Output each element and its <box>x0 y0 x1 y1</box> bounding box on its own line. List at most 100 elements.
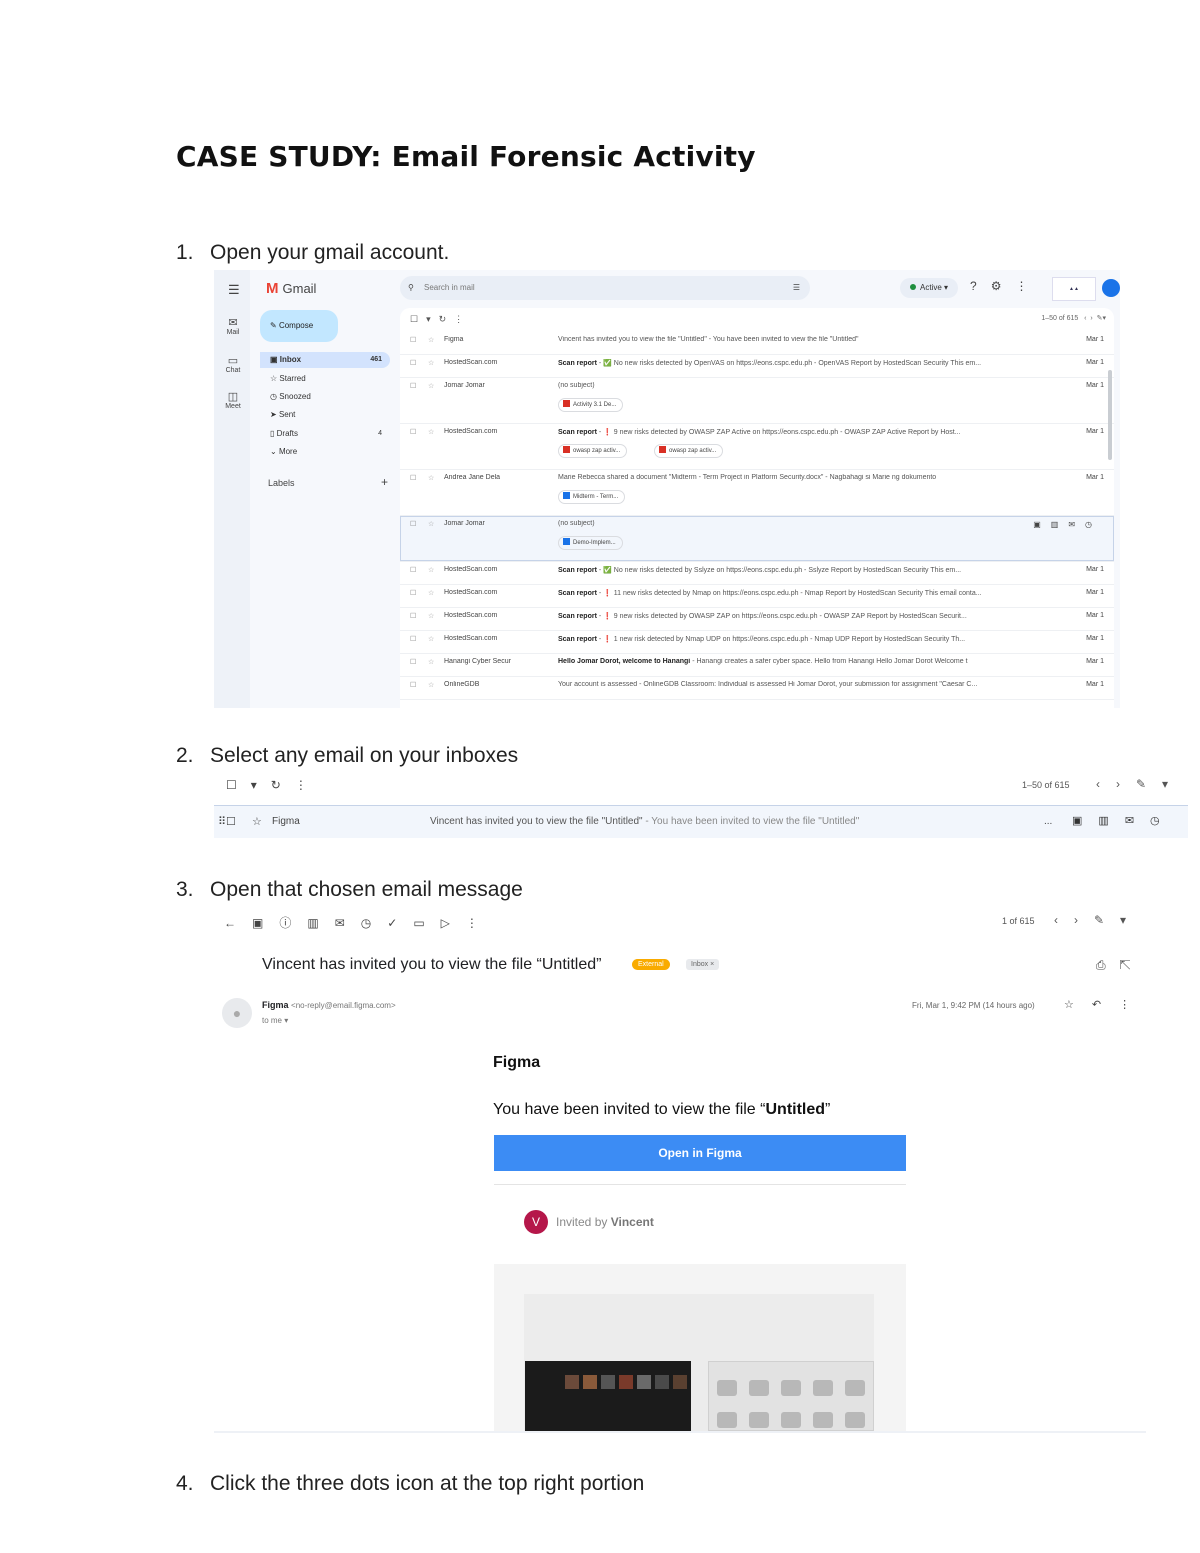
open-new-window-icon[interactable]: ⇱ <box>1120 958 1145 972</box>
clock-icon[interactable]: ◷ <box>1085 520 1102 529</box>
table-row[interactable]: ☐ ☆ HostedScan.com Scan report - ✅ No new r… <box>400 355 1114 378</box>
attachment-chip[interactable]: owasp zap activ... <box>654 444 724 458</box>
attachment-chip[interactable]: Activity 3.1 De... <box>558 398 624 412</box>
add-label-icon[interactable]: + <box>381 475 388 489</box>
apps-icon[interactable]: ⋮ <box>1015 279 1041 293</box>
star-icon[interactable]: ☆ <box>428 658 434 666</box>
star-icon[interactable]: ☆ <box>428 359 434 367</box>
attachment-chip[interactable]: Midterm - Term... <box>558 490 626 504</box>
rail-mail[interactable]: ✉ Mail <box>220 316 246 336</box>
file-preview[interactable] <box>494 1264 906 1432</box>
row-checkbox[interactable]: ☐ <box>410 428 416 436</box>
row-checkbox[interactable]: ☐ <box>410 589 416 597</box>
attachment-chip[interactable]: Demo-Implem... <box>558 536 623 550</box>
trash-icon[interactable]: ▥ <box>307 916 334 930</box>
clock-icon[interactable]: ◷ <box>361 916 387 930</box>
more-icon[interactable]: ⋮ <box>295 778 321 792</box>
avatar[interactable] <box>1102 279 1120 297</box>
star-icon[interactable]: ☆ <box>428 612 434 620</box>
row-checkbox[interactable]: ☐ <box>410 658 416 666</box>
star-icon[interactable]: ☆ <box>428 520 434 528</box>
rail-chat[interactable]: ▭ Chat <box>220 354 246 374</box>
row-checkbox[interactable]: ☐ <box>410 382 416 390</box>
recipient-line[interactable]: to me ▾ <box>262 1016 288 1025</box>
row-checkbox[interactable]: ☐ <box>410 681 416 689</box>
chevron-left-icon[interactable]: ‹ <box>1054 913 1074 927</box>
back-arrow-icon[interactable]: ← <box>224 916 252 930</box>
label-icon[interactable]: ▷ <box>441 916 466 930</box>
mark-unread-icon[interactable]: ✉ <box>1068 520 1085 529</box>
table-row[interactable]: ☐ ☆ HostedScan.com Scan report - ❗ 9 new ri… <box>400 608 1114 631</box>
report-spam-icon[interactable]: ⓘ <box>279 916 307 930</box>
reply-icon[interactable]: ↶ <box>1092 999 1119 1011</box>
row-checkbox[interactable]: ☐ <box>410 336 416 344</box>
mark-unread-icon[interactable]: ✉ <box>1125 815 1150 827</box>
open-in-figma-button[interactable]: Open in Figma <box>494 1135 906 1171</box>
star-icon[interactable]: ☆ <box>428 566 434 574</box>
refresh-icon[interactable]: ↻ <box>271 778 295 792</box>
gear-icon[interactable]: ⚙ <box>991 279 1016 293</box>
row-checkbox[interactable]: ☐ <box>410 612 416 620</box>
scrollbar[interactable] <box>1108 370 1112 460</box>
star-icon[interactable]: ☆ <box>428 336 434 344</box>
pencil-icon[interactable]: ✎▾ <box>1097 315 1106 322</box>
nav-more[interactable]: ⌄ More <box>260 444 390 460</box>
table-row[interactable]: ☐ ☆ Jomar Jomar (no subject) Mar 1 Activity 3… <box>400 378 1114 424</box>
row-checkbox[interactable]: ☐ <box>410 359 416 367</box>
table-row[interactable]: ☐ ☆ Hanangi Cyber Secur Hello Jomar Dorot, … <box>400 654 1114 677</box>
add-task-icon[interactable]: ✓ <box>387 916 413 930</box>
table-row[interactable]: ☐ ☆ Andrea Jane Dela Marie Rebecca shared a… <box>400 470 1114 516</box>
star-icon[interactable]: ☆ <box>428 635 434 643</box>
row-checkbox[interactable]: ☐ <box>410 520 416 528</box>
chevron-left-icon[interactable]: ‹ <box>1084 315 1086 322</box>
attachment-chip[interactable]: owasp zap activ... <box>558 444 628 458</box>
star-icon[interactable]: ☆ <box>1064 999 1092 1011</box>
archive-icon[interactable]: ▣ <box>1072 815 1098 827</box>
chevron-right-icon[interactable]: › <box>1074 913 1094 927</box>
chevron-left-icon[interactable]: ‹ <box>1096 777 1116 791</box>
table-row[interactable]: ⠿☐ ☆ Figma Vincent has invited you to vi… <box>214 805 1188 838</box>
pencil-icon[interactable]: ✎▾ <box>1094 913 1142 927</box>
gmail-logo[interactable]: M Gmail <box>266 280 316 297</box>
nav-starred[interactable]: ☆ Starred <box>260 371 390 387</box>
refresh-icon[interactable]: ↻ <box>439 314 455 324</box>
nav-sent[interactable]: ➤ Sent <box>260 407 390 423</box>
nav-drafts[interactable]: ▯ Drafts 4 <box>260 426 390 442</box>
archive-icon[interactable]: ▣ <box>252 916 279 930</box>
trash-icon[interactable]: ▥ <box>1098 815 1124 827</box>
trash-icon[interactable]: ▥ <box>1051 520 1069 529</box>
table-row[interactable]: ☐ ☆ HostedScan.com Scan report - ❗ 11 new r… <box>400 585 1114 608</box>
chevron-right-icon[interactable]: › <box>1116 777 1136 791</box>
more-vertical-icon[interactable]: ⋮ <box>1119 999 1148 1011</box>
help-icon[interactable]: ? <box>970 279 991 293</box>
star-icon[interactable]: ☆ <box>428 589 434 597</box>
row-checkbox[interactable]: ☐ <box>410 566 416 574</box>
clock-icon[interactable]: ◷ <box>1150 815 1176 827</box>
nav-snoozed[interactable]: ◷ Snoozed <box>260 389 390 405</box>
move-to-icon[interactable]: ▭ <box>413 916 440 930</box>
pencil-icon[interactable]: ✎▾ <box>1136 777 1184 791</box>
inbox-label[interactable]: Inbox × <box>686 959 720 970</box>
row-checkbox[interactable]: ☐ <box>410 474 416 482</box>
rail-meet[interactable]: ◫ Meet <box>220 390 246 410</box>
star-icon[interactable]: ☆ <box>428 474 434 482</box>
star-icon[interactable]: ☆ <box>428 382 434 390</box>
table-row[interactable]: ☐ ☆ Jomar Jomar (no subject) ▣▥✉◷ Demo-Implem… <box>400 516 1114 562</box>
search-input[interactable]: ⚲ Search in mail ☰ <box>400 276 810 300</box>
star-icon[interactable]: ☆ <box>428 428 434 436</box>
select-checkbox[interactable]: ☐▾ <box>226 778 271 792</box>
star-icon[interactable]: ☆ <box>252 815 262 828</box>
drag-handle-icon[interactable]: ⠿☐ <box>218 815 236 828</box>
table-row[interactable]: ☐ ☆ HostedScan.com Scan report - ❗ 1 new ri… <box>400 631 1114 654</box>
menu-icon[interactable]: ☰ <box>228 282 240 298</box>
nav-inbox[interactable]: ▣ Inbox 461 <box>260 352 390 368</box>
more-icon[interactable]: ⋮ <box>454 314 471 324</box>
mark-unread-icon[interactable]: ✉ <box>335 916 361 930</box>
select-checkbox[interactable]: ☐▾ <box>410 314 439 324</box>
star-icon[interactable]: ☆ <box>428 681 434 689</box>
chevron-right-icon[interactable]: › <box>1090 315 1092 322</box>
more-icon[interactable]: ⋮ <box>466 916 494 930</box>
compose-button[interactable]: ✎ Compose <box>260 310 338 342</box>
table-row[interactable]: ☐ ☆ OnlineGDB Your account is assessed - On… <box>400 677 1114 700</box>
status-active[interactable]: Active ▾ <box>900 278 959 298</box>
